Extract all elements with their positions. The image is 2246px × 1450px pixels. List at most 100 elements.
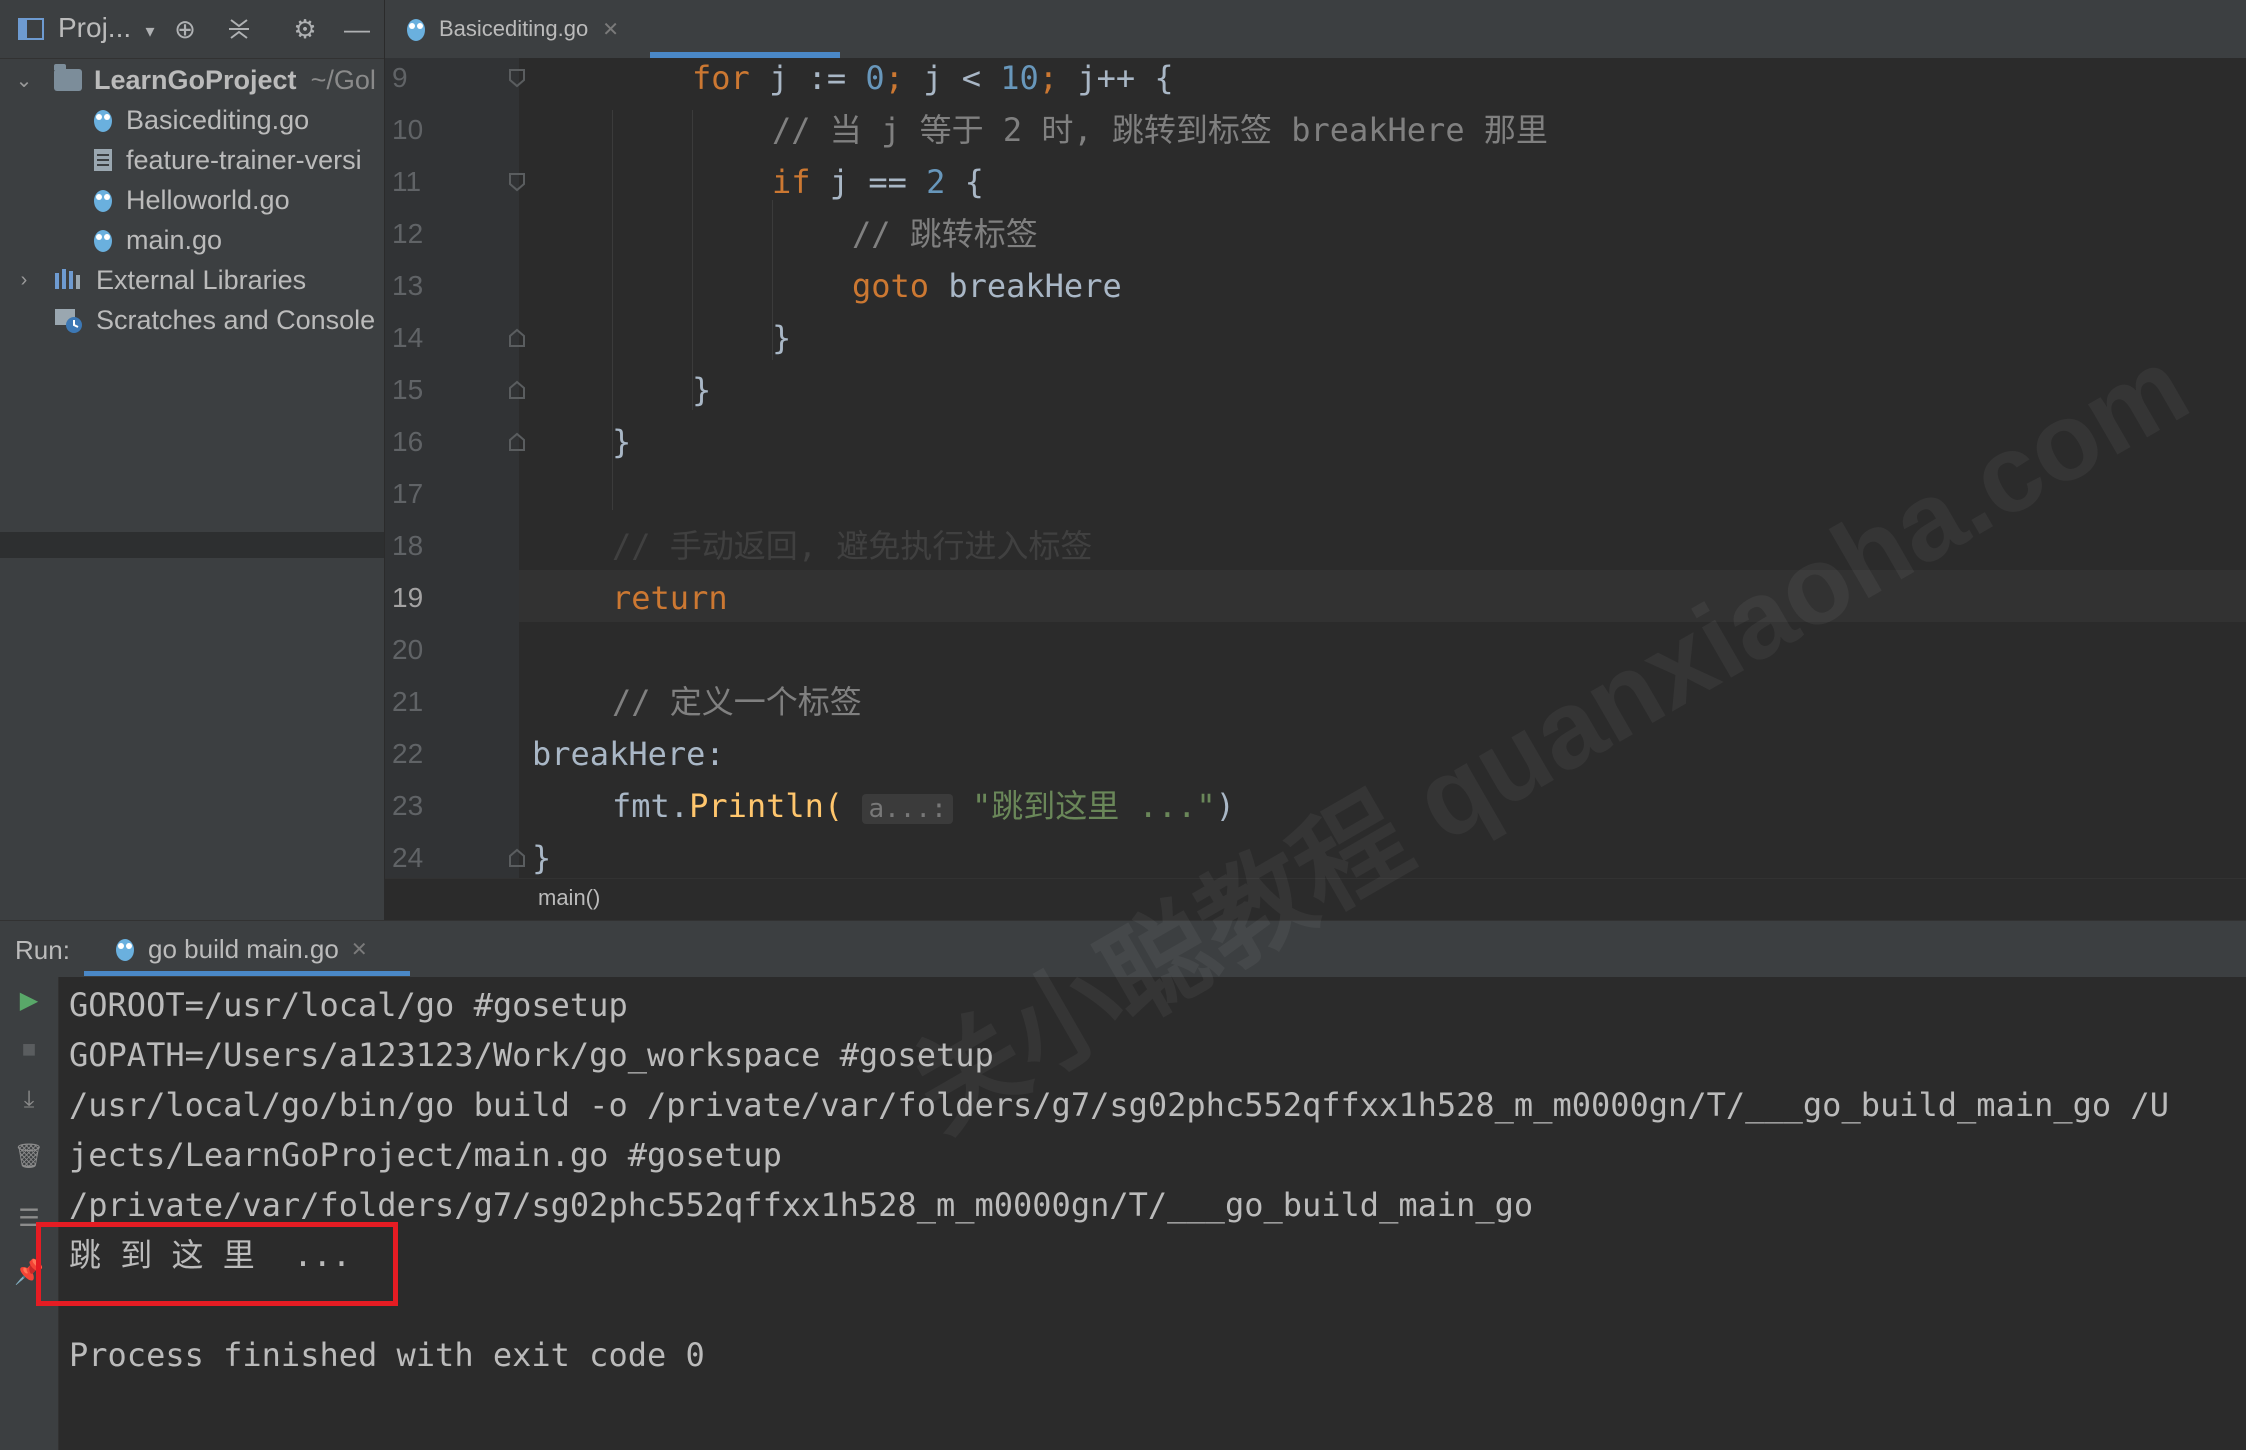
function-call: Println( <box>689 787 844 825</box>
scratches-icon <box>54 307 84 333</box>
go-file-icon <box>405 16 427 42</box>
gear-icon[interactable]: ⚙ <box>290 14 320 44</box>
line-number: 18 <box>392 530 424 561</box>
console-line: jects/LearnGoProject/main.go #gosetup <box>69 1136 782 1174</box>
code-line-18: // 手动返回, 避免执行进入标签 <box>612 527 1093 565</box>
identifier: j <box>923 59 943 97</box>
semicolon: ; <box>884 59 904 97</box>
number-literal: 0 <box>865 59 885 97</box>
chevron-down-icon[interactable]: ▾ <box>135 16 165 46</box>
text-file-icon <box>92 147 114 173</box>
chevron-right-icon[interactable]: › <box>14 269 34 292</box>
console-line-exit-status: Process finished with exit code 0 <box>69 1336 705 1374</box>
go-file-icon <box>92 187 114 213</box>
number-literal: 2 <box>926 163 946 201</box>
code-line-10: // 当 j 等于 2 时, 跳转到标签 breakHere 那里 <box>772 111 1548 149</box>
line-number-current: 19 <box>392 582 424 613</box>
code-line-21: // 定义一个标签 <box>612 683 862 721</box>
fold-end-icon[interactable] <box>508 432 526 452</box>
current-line-highlight <box>519 570 2246 622</box>
condition: j == <box>829 163 907 201</box>
line-number: 20 <box>392 634 424 665</box>
parameter-hint: a...: <box>862 794 953 824</box>
operator: := <box>807 59 847 97</box>
keyword: for <box>692 59 750 97</box>
tree-item-label: External Libraries <box>96 264 307 295</box>
tree-item-project-root[interactable]: ⌄ LearnGoProject ~/Gol <box>0 60 384 100</box>
line-number: 13 <box>392 270 424 301</box>
tree-item-label: main.go <box>126 224 223 255</box>
tree-item-label: feature-trainer-versi <box>126 144 362 175</box>
chevron-down-icon[interactable]: ⌄ <box>14 68 34 93</box>
code-line-22: breakHere: <box>532 735 725 773</box>
code-line-13: goto breakHere <box>852 260 1122 312</box>
tree-item-label: Helloworld.go <box>126 184 290 215</box>
line-number: 11 <box>392 166 422 197</box>
console-line: GOPATH=/Users/a123123/Work/go_workspace … <box>69 1036 994 1074</box>
close-icon[interactable]: ✕ <box>602 17 619 42</box>
code-line-15: } <box>692 371 712 409</box>
identifier: j++ <box>1077 59 1136 97</box>
fold-end-icon[interactable] <box>508 848 526 868</box>
tree-item-external-libraries[interactable]: › External Libraries <box>0 260 384 300</box>
tree-item-label: LearnGoProject <box>94 64 297 95</box>
code-line-9: for j := 0; j < 10; j++ { <box>692 52 1174 104</box>
breadcrumb[interactable]: main() <box>538 885 600 911</box>
trash-icon[interactable]: 🗑 <box>14 1141 44 1171</box>
annotation-highlight-box <box>36 1222 398 1306</box>
code-line-24: } <box>532 839 552 877</box>
editor-tab-bar: Basicediting.go ✕ <box>385 0 2246 59</box>
line-number: 10 <box>392 114 424 145</box>
fold-marker-icon[interactable] <box>508 68 526 88</box>
rerun-icon[interactable]: ▶ <box>14 985 44 1015</box>
go-file-icon <box>114 936 136 962</box>
keyword: if <box>772 163 811 201</box>
identifier: j <box>769 59 789 97</box>
collapse-all-icon[interactable] <box>224 14 254 44</box>
tab-basicediting-go[interactable]: Basicediting.go ✕ <box>405 0 825 58</box>
tree-item-scratches[interactable]: Scratches and Console <box>0 300 384 340</box>
line-number: 24 <box>392 842 424 873</box>
label-ref: breakHere <box>948 267 1122 305</box>
stop-icon[interactable]: ■ <box>14 1035 44 1065</box>
project-tool-window: Proj... ▾ ⊕ ⚙ — ⌄ LearnGoProject ~/Gol B… <box>0 0 385 920</box>
fold-end-icon[interactable] <box>508 380 526 400</box>
tree-scroll-shadow <box>0 532 384 558</box>
code-line-23: fmt.Println( a...: "跳到这里 ...") <box>612 780 1235 832</box>
package-ref: fmt. <box>612 787 690 825</box>
tree-item-label: Scratches and Console <box>96 304 376 335</box>
line-number: 17 <box>392 478 424 509</box>
code-line-19: return <box>612 579 728 617</box>
libraries-icon <box>54 267 84 293</box>
string-literal: "跳到这里 ..." <box>972 787 1216 825</box>
folder-icon <box>54 64 82 91</box>
run-tab-go-build[interactable]: go build main.go ✕ <box>88 921 408 977</box>
operator: < <box>961 59 981 97</box>
tree-item-label: Basicediting.go <box>126 104 310 135</box>
keyword: goto <box>852 267 930 305</box>
line-number: 23 <box>392 790 424 821</box>
hide-panel-icon[interactable]: — <box>342 14 372 44</box>
project-view-icon[interactable] <box>16 14 46 44</box>
line-number: 14 <box>392 322 424 353</box>
fold-marker-icon[interactable] <box>508 172 526 192</box>
brace: { <box>1154 59 1174 97</box>
line-number: 21 <box>392 686 424 717</box>
code-line-14: } <box>772 319 792 357</box>
scroll-to-end-icon[interactable]: ⤓ <box>14 1085 44 1115</box>
run-tab-active-indicator <box>84 971 410 976</box>
brace: { <box>964 163 984 201</box>
project-view-selector[interactable]: Proj... <box>58 12 131 44</box>
locate-file-icon[interactable]: ⊕ <box>170 14 200 44</box>
fold-end-icon[interactable] <box>508 328 526 348</box>
semicolon: ; <box>1038 59 1059 97</box>
go-file-icon <box>92 227 114 253</box>
project-toolbar: Proj... ▾ ⊕ ⚙ — <box>0 0 384 59</box>
code-line-16: } <box>612 423 632 461</box>
code-line-12: // 跳转标签 <box>852 215 1038 253</box>
close-icon[interactable]: ✕ <box>351 937 368 962</box>
console-line: /usr/local/go/bin/go build -o /private/v… <box>69 1086 2169 1124</box>
run-label: Run: <box>15 935 70 965</box>
line-number: 12 <box>392 218 424 249</box>
go-file-icon <box>92 107 114 133</box>
